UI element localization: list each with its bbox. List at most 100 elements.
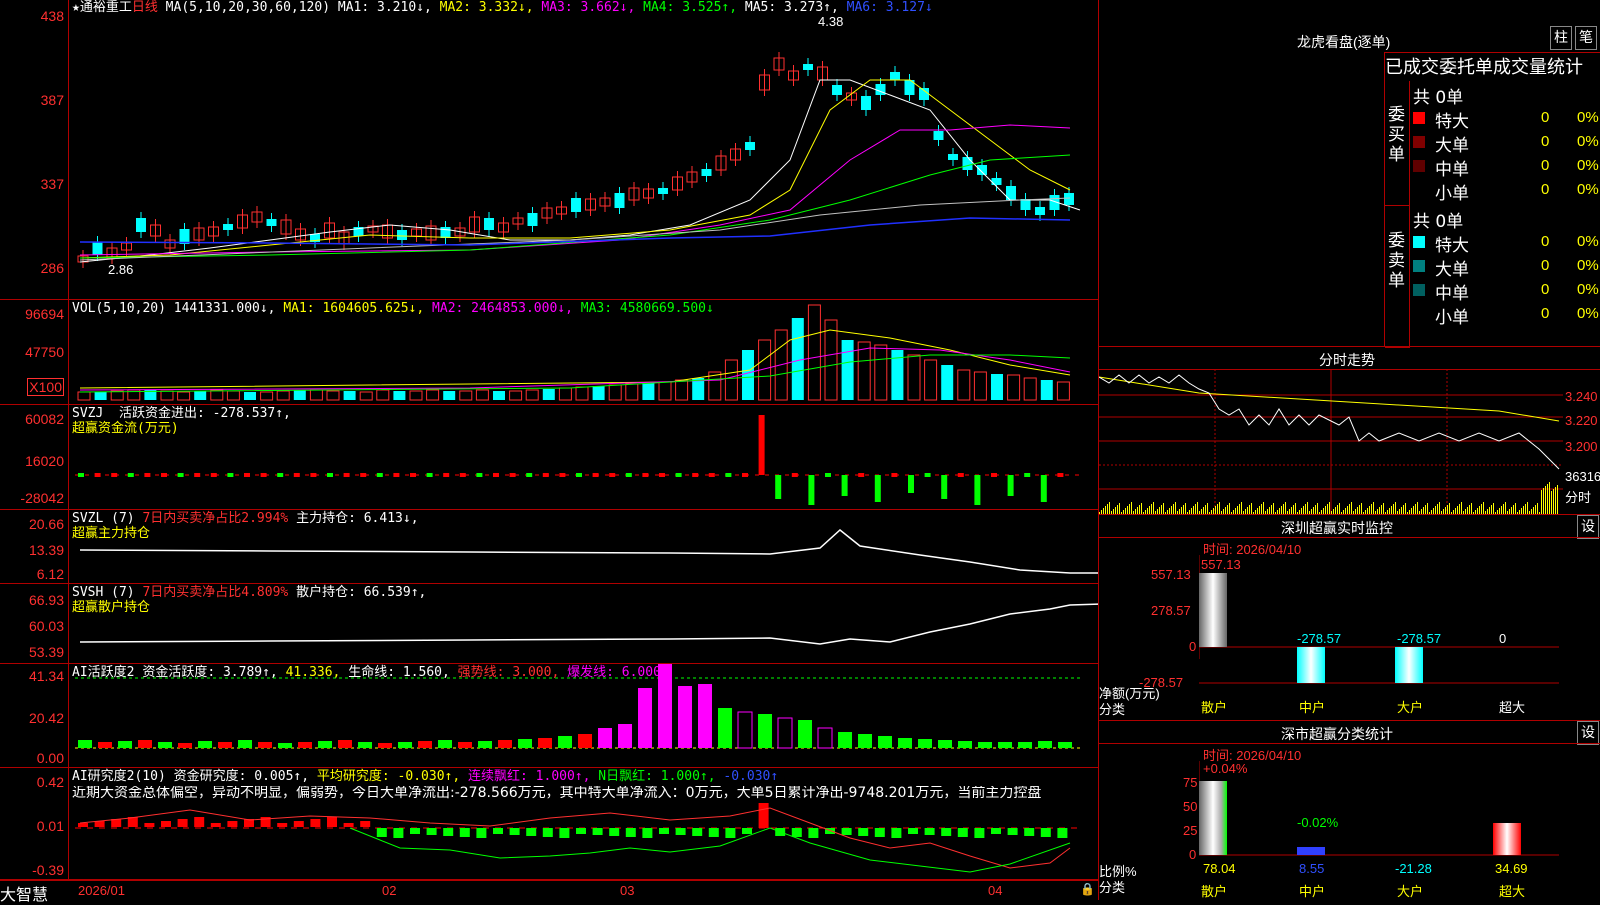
vol-ma1-line	[79, 329, 1071, 389]
research-bar	[559, 828, 570, 838]
y-tick: 41.34	[28, 668, 64, 684]
flow-bar	[957, 473, 964, 477]
price-tick: 3.220	[1565, 413, 1598, 428]
flow-bar	[343, 473, 350, 477]
order-color-swatch	[1413, 260, 1425, 272]
svzl-panel[interactable]: 20.66 13.39 6.12 SVZL (7) 7日内买卖净占比2.994%…	[0, 510, 1098, 584]
volume-bar	[260, 391, 274, 401]
cat-label: 散户	[1201, 884, 1228, 899]
tick-view-button[interactable]: 笔	[1575, 26, 1597, 50]
activity-bar	[958, 741, 972, 748]
research-bar	[509, 828, 520, 835]
y-tick: 60082	[25, 411, 64, 427]
candle-body	[948, 154, 958, 160]
research-bar	[576, 828, 586, 834]
research-bar	[708, 828, 719, 837]
order-stats-title: 已成交委托单成交量统计	[1385, 57, 1583, 78]
svsh-panel[interactable]: 66.93 60.03 53.39 SVSH (7) 7日内买卖净占比4.809…	[0, 584, 1098, 664]
candle-body	[890, 72, 900, 80]
kline-panel[interactable]: 438 387 337 286 ★通裕重工日线 MA(5,10,20,30,60…	[0, 0, 1098, 300]
candle-body	[266, 219, 277, 226]
research-bar	[659, 828, 669, 834]
research-bar	[692, 828, 703, 836]
intraday-volume-bar	[1547, 484, 1548, 515]
volume-bar	[160, 390, 174, 401]
y-tick: 438	[40, 8, 64, 24]
order-count: 0	[1541, 305, 1550, 322]
flow-bar	[1007, 475, 1014, 496]
candle-body	[484, 218, 494, 230]
candle-body	[919, 88, 929, 100]
research-bar	[493, 828, 503, 834]
cat-label: 散户	[1201, 700, 1228, 715]
activity-bar	[698, 684, 712, 748]
candle-body	[1020, 199, 1031, 210]
activity-bar	[98, 742, 112, 748]
volume-bar	[791, 318, 804, 400]
sz-monitor-settings-button[interactable]: 设	[1577, 515, 1599, 539]
sz-monitor-title: 深圳超赢实时监控	[1281, 520, 1393, 536]
flow-bar	[742, 473, 748, 477]
ai-research-panel[interactable]: 0.42 0.01 -0.39 AI研究度2(10) 资金研究度: 0.005↑…	[0, 768, 1098, 880]
kline-chart[interactable]	[70, 0, 1098, 300]
volume-bar	[824, 319, 838, 401]
flow-bar	[144, 473, 151, 477]
flow-bar	[327, 473, 333, 477]
sz-stats-settings-button[interactable]: 设	[1577, 721, 1599, 745]
volume-bar	[509, 390, 523, 401]
lock-icon[interactable]: 🔒	[1080, 882, 1095, 896]
candle-body	[92, 242, 103, 255]
volume-bar	[658, 381, 672, 401]
flow-bar	[376, 473, 383, 477]
candle-body	[962, 157, 973, 170]
date-axis-bar: 大智慧 2026/01 02 03 04 🔒	[0, 880, 1098, 904]
volume-bar	[1040, 380, 1053, 400]
ai-activity-chart	[75, 664, 1080, 749]
flow-bar	[476, 473, 483, 477]
volume-bar	[177, 391, 191, 401]
bar-view-button[interactable]: 柱	[1550, 26, 1572, 50]
bar-medium	[1297, 647, 1325, 683]
sz-stats-xlabel: 分类	[1099, 880, 1126, 895]
activity-bar	[638, 688, 652, 748]
order-type: 大单	[1435, 136, 1469, 156]
volume-bar	[575, 386, 589, 401]
volume-bar	[724, 359, 738, 401]
date-label: 02	[382, 883, 397, 898]
volume-bar	[941, 365, 954, 400]
volume-panel[interactable]: 96694 47750 X100 VOL(5,10,20) 1441331.00…	[0, 300, 1098, 405]
candle-body	[614, 193, 625, 208]
svzl-chart	[79, 529, 1098, 574]
cat-label: 中户	[1299, 700, 1326, 715]
stat-value: 34.69	[1495, 861, 1528, 876]
order-count: 0	[1541, 181, 1550, 198]
research-bar	[443, 828, 454, 836]
activity-bar	[978, 742, 992, 748]
candle-body	[875, 84, 886, 95]
brand-label: 大智慧	[0, 885, 49, 904]
order-count: 0	[1541, 281, 1550, 298]
sz-monitor-chart	[1199, 555, 1559, 684]
intraday-volume-bar	[1555, 487, 1556, 515]
sz-monitor-panel[interactable]: 深圳超赢实时监控 设 时间: 2026/04/10 557.13 278.57 …	[1098, 514, 1600, 720]
order-row: 中单 0 0%	[1413, 155, 1600, 180]
y-tick: 66.93	[28, 592, 64, 608]
sz-stats-panel[interactable]: 深市超赢分类统计 设 时间: 2026/04/10 +0.04% -0.02% …	[1098, 720, 1600, 900]
order-pct: 0%	[1577, 257, 1599, 274]
flow-bar	[675, 473, 682, 477]
volume-bar	[226, 390, 240, 401]
research-bar	[459, 828, 470, 837]
price-tick: 3.240	[1565, 389, 1598, 404]
ai-activity-panel[interactable]: 41.34 20.42 0.00 AI活跃度2 资金活跃度: 3.789↑, 4…	[0, 664, 1098, 768]
research-bar	[393, 828, 404, 838]
flow-bar	[1024, 473, 1031, 477]
y-tick: 50	[1183, 799, 1198, 814]
activity-bar	[858, 734, 872, 748]
kline-y-axis: 438 387 337 286	[0, 0, 69, 299]
volume-bar	[393, 391, 406, 400]
activity-bar	[238, 740, 252, 748]
intraday-panel[interactable]: 分时走势 3.240 3.220 3.200 36316 分时	[1098, 346, 1600, 515]
svzj-panel[interactable]: 60082 16020 -28042 SVZJ 活跃资金进出: -278.537…	[0, 405, 1098, 510]
order-pct: 0%	[1577, 305, 1599, 322]
activity-bar	[438, 740, 452, 748]
